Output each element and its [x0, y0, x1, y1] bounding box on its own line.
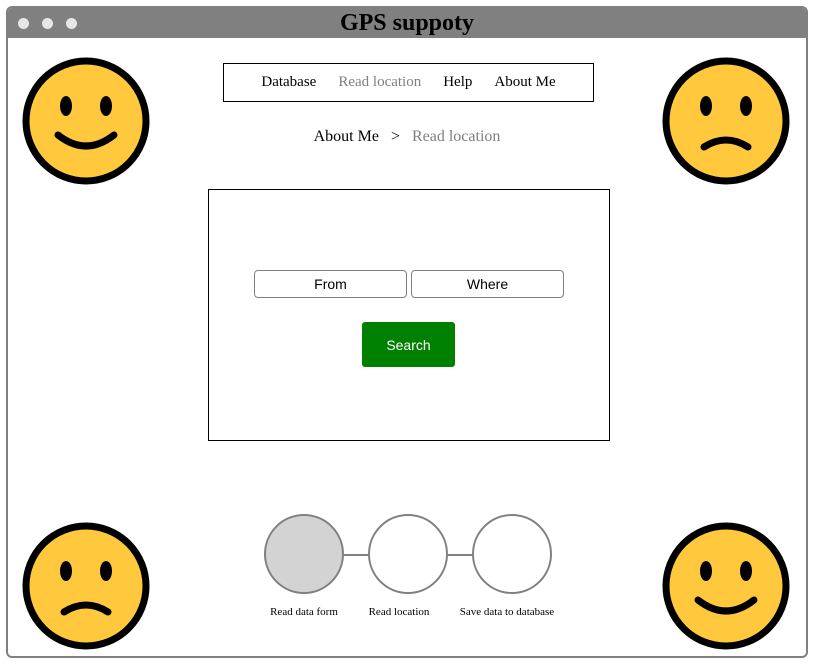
search-button[interactable]: Search	[362, 322, 455, 367]
nav-item-help[interactable]: Help	[432, 74, 483, 91]
breadcrumb-separator: >	[390, 128, 400, 145]
step-1-circle[interactable]	[264, 514, 344, 594]
breadcrumb-home-link[interactable]: About Me	[314, 128, 379, 145]
step-connector	[344, 554, 370, 556]
step-connector	[448, 554, 474, 556]
app-window: GPS suppoty Database Read location Help …	[6, 6, 808, 658]
top-navigation: Database Read location Help About Me	[223, 63, 594, 102]
search-card: From Where Search	[208, 189, 610, 441]
where-input[interactable]: Where	[411, 270, 564, 298]
happy-face-icon	[22, 57, 150, 185]
from-input[interactable]: From	[254, 270, 407, 298]
window-title: GPS suppoty	[339, 10, 475, 36]
nav-item-read-location[interactable]: Read location	[327, 74, 432, 91]
breadcrumb-current: Read location	[411, 128, 501, 145]
step-3-circle[interactable]	[472, 514, 552, 594]
step-2-label: Read location	[368, 606, 430, 618]
nav-item-about-me[interactable]: About Me	[483, 74, 566, 91]
happy-face-icon	[662, 522, 790, 650]
sad-face-icon	[662, 57, 790, 185]
sad-face-icon	[22, 522, 150, 650]
title-bar[interactable]: GPS suppoty	[8, 8, 806, 38]
step-2-circle[interactable]	[368, 514, 448, 594]
step-3-label: Save data to database	[459, 606, 555, 618]
nav-item-database[interactable]: Database	[250, 74, 327, 91]
